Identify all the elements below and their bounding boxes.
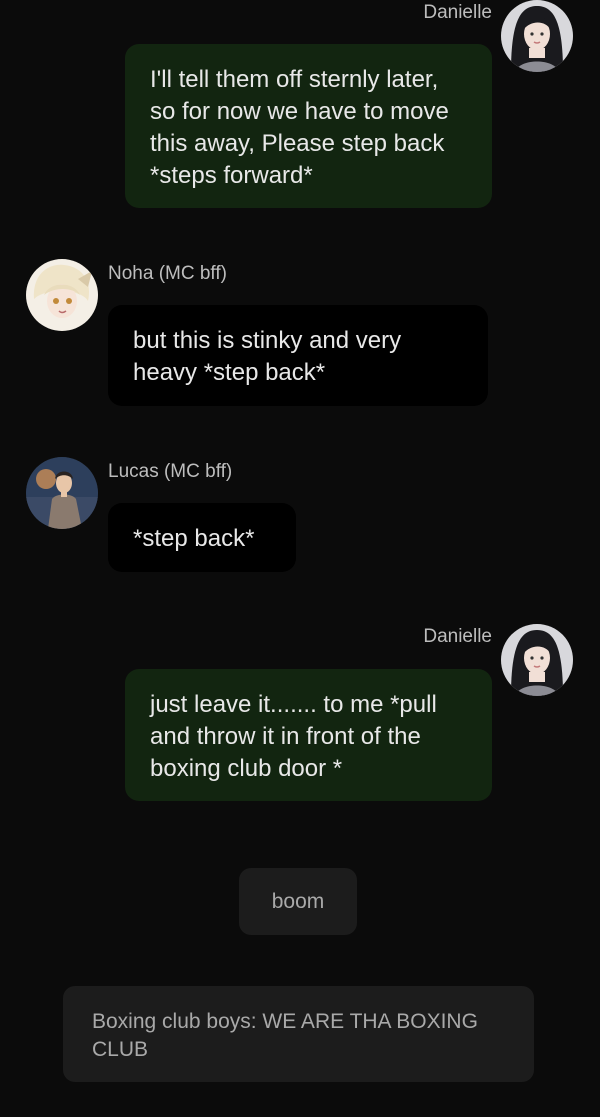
narration-text: boom — [271, 890, 325, 913]
message-bubble: I'll tell them off sternly later, so for… — [125, 44, 492, 208]
avatar-noha-icon[interactable] — [26, 259, 98, 331]
avatar-danielle-icon[interactable] — [501, 0, 573, 72]
avatar-danielle-icon[interactable] — [501, 624, 573, 696]
message-text: *step back* — [133, 525, 255, 552]
narration-text: Boxing club boys: WE ARE THA BOXING CLUB — [92, 1010, 478, 1061]
message-bubble: but this is stinky and very heavy *step … — [108, 305, 488, 406]
sender-name: Danielle — [423, 2, 492, 23]
message-text: just leave it....... to me *pull and thr… — [150, 691, 437, 782]
message-bubble: just leave it....... to me *pull and thr… — [125, 669, 492, 801]
message-bubble: *step back* — [108, 503, 296, 572]
sender-name: Danielle — [423, 626, 492, 647]
narration-boom: boom — [239, 868, 357, 935]
sender-name: Noha (MC bff) — [108, 263, 227, 284]
avatar-lucas-icon[interactable] — [26, 457, 98, 529]
sender-name: Lucas (MC bff) — [108, 461, 233, 482]
message-text: I'll tell them off sternly later, so for… — [150, 66, 449, 189]
narration-boxing-club: Boxing club boys: WE ARE THA BOXING CLUB — [63, 986, 534, 1082]
message-text: but this is stinky and very heavy *step … — [133, 327, 402, 386]
